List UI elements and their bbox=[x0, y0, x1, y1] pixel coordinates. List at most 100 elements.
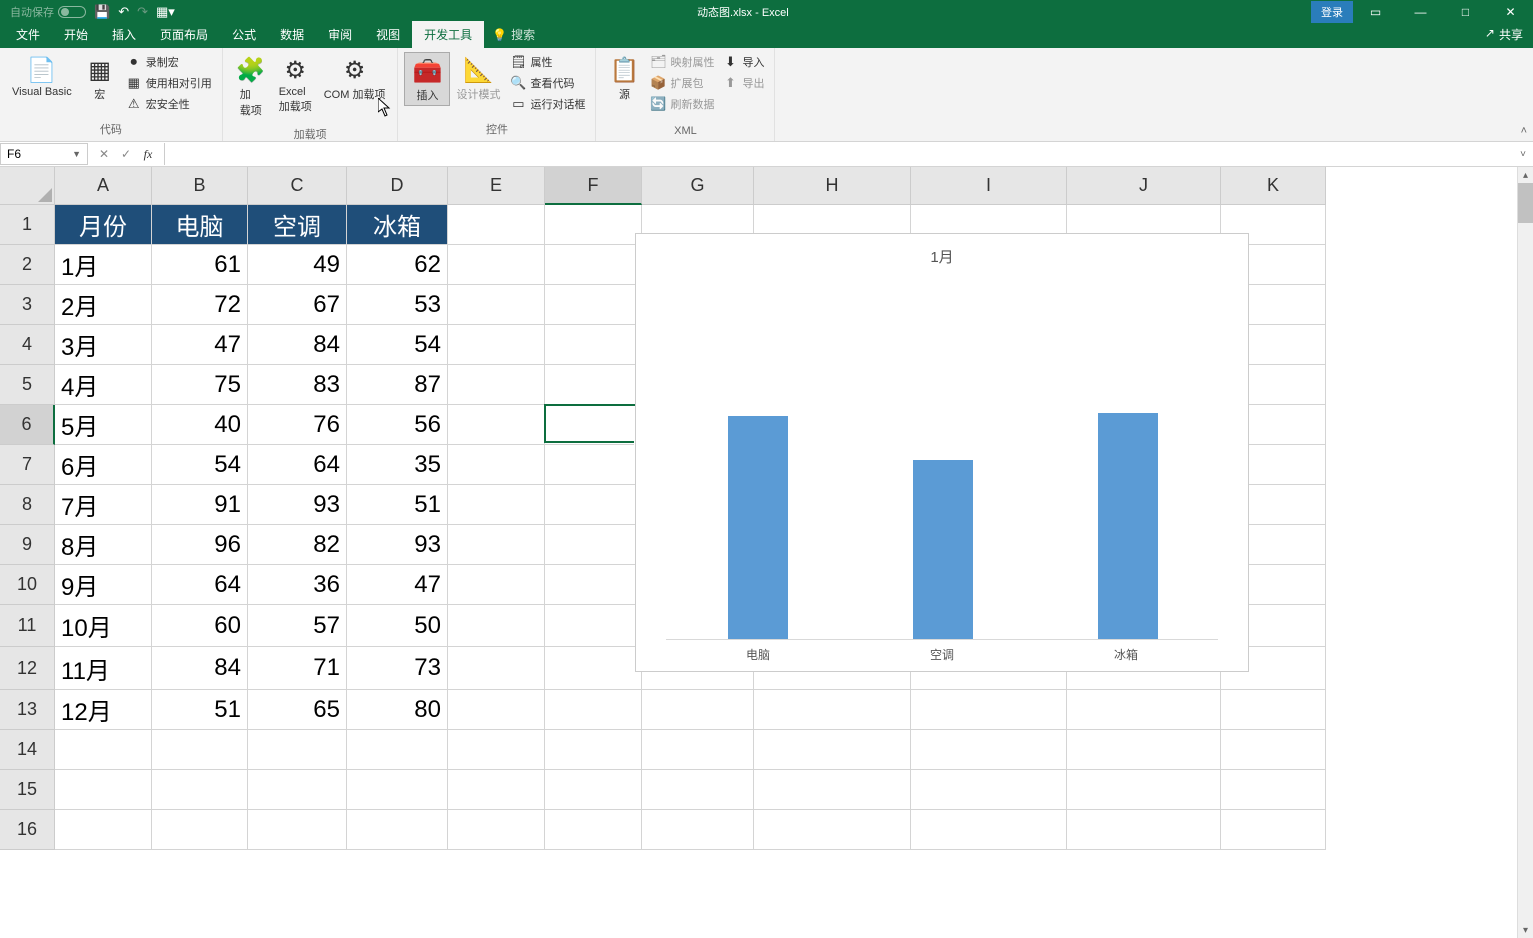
cell-B6[interactable]: 40 bbox=[152, 405, 248, 445]
cell-F5[interactable] bbox=[545, 365, 642, 405]
column-header-E[interactable]: E bbox=[448, 167, 545, 205]
cell-D11[interactable]: 50 bbox=[347, 605, 448, 647]
row-header-8[interactable]: 8 bbox=[0, 485, 55, 525]
cell-F10[interactable] bbox=[545, 565, 642, 605]
record-macro-button[interactable]: ⏺录制宏 bbox=[122, 52, 216, 72]
cell-C4[interactable]: 84 bbox=[248, 325, 347, 365]
column-header-J[interactable]: J bbox=[1067, 167, 1221, 205]
cell-I15[interactable] bbox=[911, 770, 1067, 810]
cell-F4[interactable] bbox=[545, 325, 642, 365]
row-header-15[interactable]: 15 bbox=[0, 770, 55, 810]
relative-ref-button[interactable]: ▦使用相对引用 bbox=[122, 73, 216, 93]
cancel-formula-icon[interactable]: ✕ bbox=[94, 145, 114, 163]
undo-icon[interactable]: ↶ bbox=[118, 4, 129, 20]
cell-F12[interactable] bbox=[545, 647, 642, 690]
cell-D9[interactable]: 93 bbox=[347, 525, 448, 565]
row-header-10[interactable]: 10 bbox=[0, 565, 55, 605]
xml-source-button[interactable]: 📋 源 bbox=[602, 52, 646, 104]
row-header-12[interactable]: 12 bbox=[0, 647, 55, 690]
row-header-4[interactable]: 4 bbox=[0, 325, 55, 365]
cell-E4[interactable] bbox=[448, 325, 545, 365]
cell-F9[interactable] bbox=[545, 525, 642, 565]
autosave-toggle[interactable]: 自动保存 bbox=[10, 4, 86, 20]
column-header-I[interactable]: I bbox=[911, 167, 1067, 205]
cell-F13[interactable] bbox=[545, 690, 642, 730]
insert-controls-button[interactable]: 🧰 插入 bbox=[404, 52, 450, 106]
cell-D3[interactable]: 53 bbox=[347, 285, 448, 325]
cell-A7[interactable]: 6月 bbox=[55, 445, 152, 485]
cell-I14[interactable] bbox=[911, 730, 1067, 770]
cell-B11[interactable]: 60 bbox=[152, 605, 248, 647]
row-header-3[interactable]: 3 bbox=[0, 285, 55, 325]
column-header-F[interactable]: F bbox=[545, 167, 642, 205]
column-header-A[interactable]: A bbox=[55, 167, 152, 205]
export-button[interactable]: ⬆导出 bbox=[718, 73, 768, 93]
tab-1[interactable]: 开始 bbox=[52, 21, 100, 48]
cell-C10[interactable]: 36 bbox=[248, 565, 347, 605]
embedded-chart[interactable]: 1月 电脑空调冰箱 bbox=[635, 233, 1249, 672]
cell-C9[interactable]: 82 bbox=[248, 525, 347, 565]
scroll-thumb[interactable] bbox=[1518, 183, 1533, 223]
tab-3[interactable]: 页面布局 bbox=[148, 21, 220, 48]
cell-A2[interactable]: 1月 bbox=[55, 245, 152, 285]
cell-C3[interactable]: 67 bbox=[248, 285, 347, 325]
row-header-14[interactable]: 14 bbox=[0, 730, 55, 770]
tell-me-search[interactable]: 💡 搜索 bbox=[484, 21, 543, 48]
cell-C13[interactable]: 65 bbox=[248, 690, 347, 730]
cell-D6[interactable]: 56 bbox=[347, 405, 448, 445]
cell-A9[interactable]: 8月 bbox=[55, 525, 152, 565]
cell-F6[interactable] bbox=[545, 405, 642, 445]
cell-G16[interactable] bbox=[642, 810, 754, 850]
visual-basic-button[interactable]: 📄 Visual Basic bbox=[6, 52, 78, 100]
maximize-button[interactable]: □ bbox=[1443, 0, 1488, 23]
fx-icon[interactable]: fx bbox=[138, 145, 158, 163]
properties-button[interactable]: 🗒属性 bbox=[506, 52, 589, 72]
cell-B12[interactable]: 84 bbox=[152, 647, 248, 690]
cell-D2[interactable]: 62 bbox=[347, 245, 448, 285]
row-header-11[interactable]: 11 bbox=[0, 605, 55, 647]
cell-C7[interactable]: 64 bbox=[248, 445, 347, 485]
vertical-scrollbar[interactable]: ▴ ▾ bbox=[1517, 167, 1533, 938]
cell-B14[interactable] bbox=[152, 730, 248, 770]
cell-A11[interactable]: 10月 bbox=[55, 605, 152, 647]
excel-addins-button[interactable]: ⚙ Excel 加载项 bbox=[273, 52, 318, 116]
cell-A16[interactable] bbox=[55, 810, 152, 850]
cell-G15[interactable] bbox=[642, 770, 754, 810]
cell-H15[interactable] bbox=[754, 770, 911, 810]
cell-J13[interactable] bbox=[1067, 690, 1221, 730]
select-all-corner[interactable] bbox=[0, 167, 55, 205]
tab-8[interactable]: 开发工具 bbox=[412, 21, 484, 48]
cell-C5[interactable]: 83 bbox=[248, 365, 347, 405]
minimize-button[interactable]: — bbox=[1398, 0, 1443, 23]
column-header-D[interactable]: D bbox=[347, 167, 448, 205]
cell-B4[interactable]: 47 bbox=[152, 325, 248, 365]
cell-C14[interactable] bbox=[248, 730, 347, 770]
redo-icon[interactable]: ↷ bbox=[137, 4, 148, 20]
cell-K16[interactable] bbox=[1221, 810, 1326, 850]
cell-D7[interactable]: 35 bbox=[347, 445, 448, 485]
scroll-down-icon[interactable]: ▾ bbox=[1518, 922, 1533, 938]
cell-E9[interactable] bbox=[448, 525, 545, 565]
design-mode-button[interactable]: 📐 设计模式 bbox=[450, 52, 506, 104]
chart-bar-冰箱[interactable] bbox=[1098, 413, 1158, 639]
cell-B7[interactable]: 54 bbox=[152, 445, 248, 485]
share-button[interactable]: ↗ 共享 bbox=[1475, 21, 1533, 48]
cell-B1[interactable]: 电脑 bbox=[152, 205, 248, 245]
cell-C8[interactable]: 93 bbox=[248, 485, 347, 525]
login-button[interactable]: 登录 bbox=[1311, 1, 1353, 23]
cell-F15[interactable] bbox=[545, 770, 642, 810]
cell-F1[interactable] bbox=[545, 205, 642, 245]
view-code-button[interactable]: 🔍查看代码 bbox=[506, 73, 589, 93]
cell-D1[interactable]: 冰箱 bbox=[347, 205, 448, 245]
cell-D16[interactable] bbox=[347, 810, 448, 850]
cell-A1[interactable]: 月份 bbox=[55, 205, 152, 245]
name-box-dropdown-icon[interactable]: ▼ bbox=[72, 149, 81, 159]
chart-bar-电脑[interactable] bbox=[728, 416, 788, 639]
cell-K15[interactable] bbox=[1221, 770, 1326, 810]
accept-formula-icon[interactable]: ✓ bbox=[116, 145, 136, 163]
cell-F2[interactable] bbox=[545, 245, 642, 285]
cell-B9[interactable]: 96 bbox=[152, 525, 248, 565]
cell-H13[interactable] bbox=[754, 690, 911, 730]
cell-A8[interactable]: 7月 bbox=[55, 485, 152, 525]
cell-F14[interactable] bbox=[545, 730, 642, 770]
